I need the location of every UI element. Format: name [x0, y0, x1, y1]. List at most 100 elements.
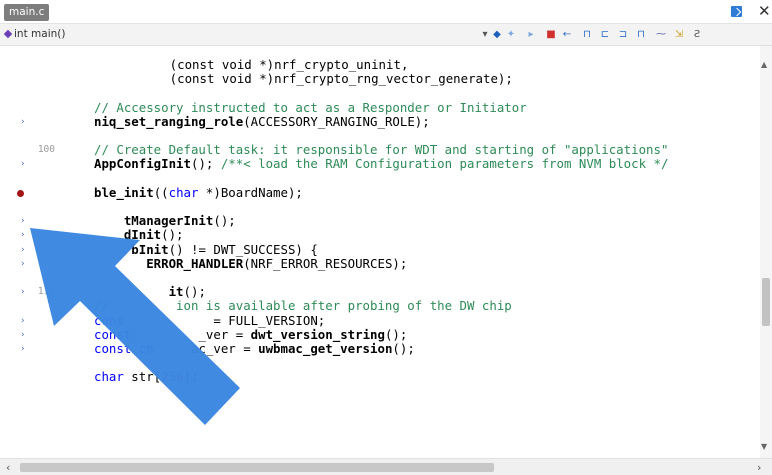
- code-line[interactable]: 100 // Create Default task: it responsibl…: [0, 143, 760, 157]
- bookmark-icon[interactable]: ⊓: [580, 27, 594, 43]
- scroll-down-icon[interactable]: ▼: [761, 442, 767, 451]
- code-line[interactable]: › cons = FULL_VERSION;: [0, 312, 760, 328]
- editor-tab-bar: main.c ✕: [0, 0, 772, 24]
- code-token: *)nrf_crypto_rng_vector_generate);: [259, 71, 513, 87]
- code-text: char str[256];: [94, 370, 198, 384]
- horizontal-scroll-thumb[interactable]: [20, 463, 494, 472]
- nav-back-icon[interactable]: ◆: [490, 27, 504, 43]
- code-line[interactable]: [0, 172, 760, 186]
- gutter-marker-icon: ›: [20, 315, 26, 326]
- code-line[interactable]: › tManagerInit();: [0, 214, 760, 228]
- bookmark-next-icon[interactable]: ⊐: [616, 27, 630, 43]
- bookmark-clear-icon[interactable]: ⊓: [634, 27, 648, 43]
- format-icon[interactable]: Ƨ: [690, 27, 704, 43]
- code-token: ();: [384, 326, 408, 342]
- code-text: dInit();: [94, 228, 184, 242]
- code-token: ((: [153, 184, 169, 200]
- code-token: (ACCESSORY_RANGING_ROLE);: [243, 113, 430, 129]
- code-token: (NRF_ERROR_RESOURCES);: [243, 255, 408, 271]
- code-text: const _ver = dwt_version_string();: [94, 326, 408, 342]
- code-token: dwt_version_string: [250, 326, 385, 342]
- code-token: const void: [177, 71, 260, 87]
- code-line[interactable]: [0, 86, 760, 100]
- code-token: ();: [161, 227, 184, 243]
- code-token: cons: [94, 312, 124, 328]
- code-line[interactable]: [0, 356, 760, 370]
- code-token: // Create Default task: it responsible f…: [94, 142, 669, 158]
- breakpoint-icon[interactable]: [17, 189, 24, 197]
- ellipsis-icon[interactable]: ⁓: [654, 27, 668, 43]
- vertical-scroll-thumb[interactable]: [762, 278, 770, 326]
- split-editor-icon[interactable]: [731, 6, 742, 17]
- function-selector[interactable]: int main(): [14, 28, 65, 40]
- nav-forward-icon[interactable]: ✦: [504, 27, 518, 43]
- code-token: dInit: [94, 227, 162, 243]
- code-text: // Accessory instructed to act as a Resp…: [94, 99, 527, 115]
- code-text: const ch ac_ver = uwbmac_get_version();: [94, 342, 415, 356]
- gutter-marker-icon: ›: [20, 258, 26, 269]
- code-token: // Accessory instructed to act as a Resp…: [94, 99, 527, 115]
- scroll-left-icon[interactable]: ‹: [6, 461, 10, 474]
- code-line[interactable]: // ion is available after probing of the…: [0, 299, 760, 313]
- gutter-marker-icon: ›: [20, 216, 26, 227]
- code-token: ();: [213, 213, 236, 229]
- code-line[interactable]: (const void *)nrf_crypto_rng_vector_gene…: [0, 72, 760, 86]
- code-token: ble_init: [94, 184, 154, 200]
- code-token: ERROR_HANDLER: [94, 255, 244, 271]
- step-back-icon[interactable]: ←: [560, 27, 574, 43]
- vertical-scrollbar[interactable]: ▲ ▼: [760, 46, 772, 458]
- scroll-right-icon[interactable]: ›: [757, 461, 761, 474]
- code-text: bInit() != DWT_SUCCESS) {: [94, 241, 318, 257]
- code-line[interactable]: 110 › it();: [0, 285, 760, 299]
- code-token: char: [94, 369, 124, 385]
- code-line[interactable]: [0, 129, 760, 143]
- code-token: (: [110, 57, 178, 72]
- code-line[interactable]: char str[256];: [0, 370, 760, 384]
- stop-icon[interactable]: ■: [544, 27, 558, 43]
- code-line[interactable]: › ERROR_HANDLER(NRF_ERROR_RESOURCES);: [0, 255, 760, 271]
- code-line[interactable]: › AppConfigInit(); /**< load the RAM Conf…: [0, 157, 760, 171]
- code-line[interactable]: (const void *)nrf_crypto_uninit,: [0, 58, 760, 72]
- function-icon: [3, 29, 13, 39]
- code-token: const: [94, 326, 132, 342]
- close-icon[interactable]: ✕: [758, 2, 771, 20]
- expand-icon[interactable]: ⇲: [672, 27, 686, 43]
- code-token: uwbmac_get_version: [258, 341, 393, 356]
- code-token: *)BoardName);: [198, 184, 303, 200]
- code-line[interactable]: › const _ver = dwt_version_string();: [0, 326, 760, 342]
- code-token: str[: [123, 369, 162, 385]
- code-line[interactable]: › niq_set_ranging_role(ACCESSORY_RANGING_…: [0, 113, 760, 129]
- go-icon[interactable]: ▸: [524, 27, 538, 43]
- code-line[interactable]: ble_init((char *)BoardName);: [0, 184, 760, 200]
- code-line[interactable]: › dInit();: [0, 228, 760, 242]
- code-line[interactable]: [0, 200, 760, 214]
- code-line[interactable]: [0, 271, 760, 285]
- code-text: // Create Default task: it responsible f…: [94, 143, 668, 157]
- function-nav-bar: int main() ▾ ◆ ✦ ▸ ■ ← ⊓ ⊏ ⊐ ⊓ ⁓ ⇲ Ƨ: [0, 24, 772, 46]
- gutter-marker-icon: ›: [20, 344, 26, 354]
- bookmark-prev-icon[interactable]: ⊏: [598, 27, 612, 43]
- code-token: niq_set_ranging_role: [94, 113, 244, 129]
- code-editor[interactable]: (const void *)nrf_crypto_uninit, (const …: [0, 46, 760, 458]
- scroll-up-icon[interactable]: ▲: [761, 60, 767, 69]
- code-token: ();: [183, 284, 206, 300]
- code-text: tManagerInit();: [94, 214, 236, 228]
- code-token: *)nrf_crypto_uninit,: [259, 57, 409, 72]
- tab-main-c[interactable]: main.c: [4, 4, 50, 21]
- code-line[interactable]: › bInit() != DWT_SUCCESS) {: [0, 241, 760, 257]
- code-token: ();: [190, 156, 221, 172]
- code-token: tManagerInit: [94, 213, 214, 229]
- code-token: _ver =: [131, 326, 251, 342]
- code-token: 256: [161, 369, 184, 385]
- code-line[interactable]: // Accessory instructed to act as a Resp…: [0, 99, 760, 115]
- code-token: () != DWT_SUCCESS) {: [168, 241, 318, 257]
- code-text: // ion is available after probing of the…: [94, 299, 512, 313]
- line-number: 100: [37, 144, 55, 156]
- horizontal-scrollbar[interactable]: ‹ ›: [0, 458, 772, 475]
- code-text: (const void *)nrf_crypto_uninit,: [110, 57, 409, 72]
- code-line[interactable]: › const ch ac_ver = uwbmac_get_version();: [0, 342, 760, 356]
- code-token: char: [168, 184, 199, 200]
- code-text: it();: [94, 285, 206, 299]
- code-text: AppConfigInit(); /**< load the RAM Confi…: [94, 157, 668, 171]
- gutter-marker-icon: ›: [20, 287, 26, 298]
